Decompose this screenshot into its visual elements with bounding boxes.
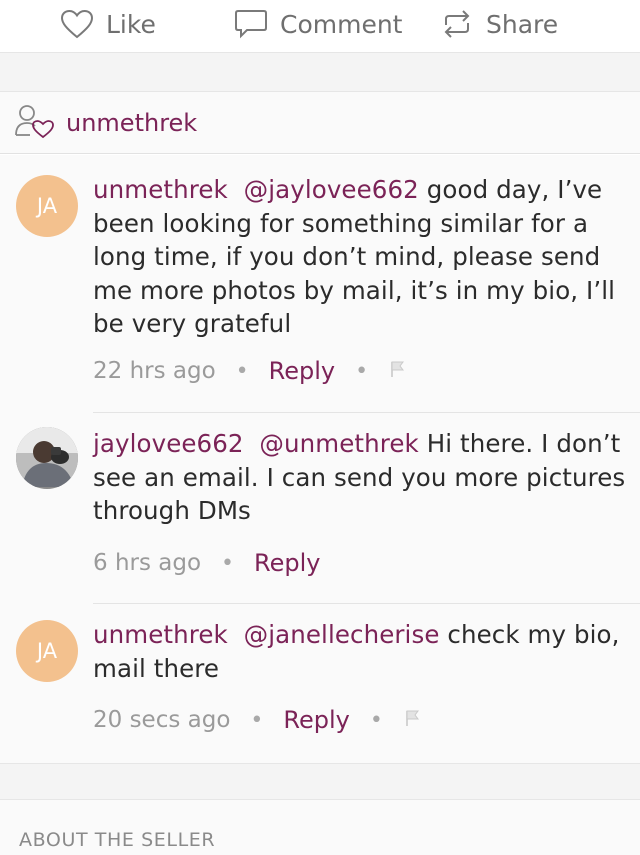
profile-photo-icon	[16, 427, 78, 489]
separator-dot: •	[235, 358, 249, 384]
likers-row: unmethrek	[0, 92, 640, 154]
avatar[interactable]	[16, 427, 78, 489]
user-heart-icon	[0, 103, 54, 143]
comment-bubble-icon	[234, 8, 268, 40]
share-label: Share	[486, 9, 559, 39]
separator-dot: •	[250, 707, 264, 733]
like-label: Like	[106, 9, 156, 39]
comment-mention[interactable]: @jaylovee662	[244, 175, 419, 204]
comment-timestamp: 20 secs ago	[93, 707, 231, 733]
separator-dot: •	[355, 358, 369, 384]
share-button[interactable]: Share	[440, 0, 558, 48]
avatar-initials: JA	[36, 194, 58, 218]
comment-meta: 22 hrs ago • Reply •	[93, 354, 406, 388]
comment-mention[interactable]: @unmethrek	[259, 429, 418, 458]
like-button[interactable]: Like	[60, 0, 156, 48]
separator-dot: •	[369, 707, 383, 733]
liker-username[interactable]: unmethrek	[66, 109, 197, 137]
comment-body: unmethrek @janellecherise check my bio, …	[93, 618, 628, 685]
section-separator	[0, 52, 640, 92]
reply-button[interactable]: Reply	[269, 357, 335, 385]
comment-mention[interactable]: @janellecherise	[244, 620, 440, 649]
comment-meta: 20 secs ago • Reply •	[93, 703, 421, 737]
comment-button[interactable]: Comment	[234, 0, 403, 48]
comment: JA unmethrek @jaylovee662 good day, I’ve…	[0, 155, 640, 413]
comment-timestamp: 6 hrs ago	[93, 550, 202, 576]
reply-button[interactable]: Reply	[254, 549, 320, 577]
flag-icon[interactable]	[405, 707, 421, 733]
comment-username[interactable]: unmethrek	[93, 620, 228, 649]
separator-dot: •	[221, 550, 235, 576]
comment-label: Comment	[280, 9, 403, 39]
avatar[interactable]: JA	[16, 175, 78, 237]
reply-button[interactable]: Reply	[283, 706, 349, 734]
avatar-initials: JA	[36, 639, 58, 663]
avatar[interactable]: JA	[16, 620, 78, 682]
comment-username[interactable]: jaylovee662	[93, 429, 244, 458]
repost-icon	[440, 7, 474, 41]
comment-body: jaylovee662 @unmethrek Hi there. I don’t…	[93, 427, 628, 528]
comment-timestamp: 22 hrs ago	[93, 358, 216, 384]
comment-meta: 6 hrs ago • Reply	[93, 546, 321, 580]
action-bar: Like Comment Share	[0, 0, 640, 52]
about-seller-section: ABOUT THE SELLER	[0, 800, 640, 855]
section-separator	[0, 763, 640, 800]
heart-icon	[60, 9, 94, 39]
comment-username[interactable]: unmethrek	[93, 175, 228, 204]
comment: JA unmethrek @janellecherise check my bi…	[0, 604, 640, 763]
section-title: ABOUT THE SELLER	[19, 829, 216, 851]
comments-list: JA unmethrek @jaylovee662 good day, I’ve…	[0, 155, 640, 763]
flag-icon[interactable]	[390, 358, 406, 384]
comment: jaylovee662 @unmethrek Hi there. I don’t…	[0, 413, 640, 604]
comment-body: unmethrek @jaylovee662 good day, I’ve be…	[93, 173, 628, 341]
